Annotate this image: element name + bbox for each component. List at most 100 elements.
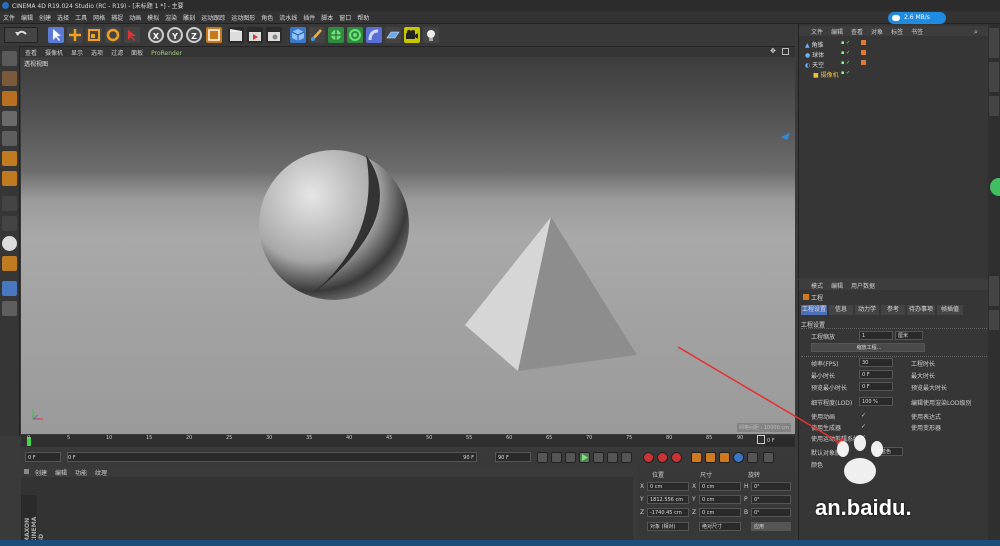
x-axis-lock-button[interactable]: X [148,27,164,43]
object-menu-view[interactable]: 查看 [847,26,867,37]
menu-tools[interactable]: 工具 [72,11,90,24]
end-frame-field[interactable]: 90 F [495,452,531,462]
use-generators-checkbox[interactable]: ✓ [861,423,866,430]
tab-info[interactable]: 信息 [829,305,853,315]
menu-plugins[interactable]: 插件 [300,11,318,24]
tab-key-interpolation[interactable]: 帧插值 [937,305,963,315]
object-row-camera[interactable]: ■ 摄像机 [813,70,839,79]
menu-file[interactable]: 文件 [0,11,18,24]
object-menu-bookmarks[interactable]: 书签 [907,26,927,37]
perspective-viewport[interactable]: 透视视图 网格间距 : 10000 cm [21,57,795,434]
min-time-field[interactable]: 0 F [859,370,893,379]
visibility-toggles[interactable]: ▪ ✓ ▪ ✓ ▪ ✓ ▪ ✓ [841,40,857,80]
menu-help[interactable]: 帮助 [354,11,372,24]
key-position-button[interactable] [691,452,702,463]
object-row-pyramid[interactable]: ▲ 角锥 [805,40,824,49]
tag-column[interactable] [861,40,867,80]
cube-primitive-button[interactable] [290,27,306,43]
z-axis-lock-button[interactable]: Z [186,27,202,43]
select-tool-button[interactable] [48,27,64,43]
menu-edit[interactable]: 编辑 [18,11,36,24]
side-tab-objects[interactable] [989,28,999,58]
play-button[interactable] [579,452,590,463]
lod-field[interactable]: 100 % [859,397,893,406]
material-menu-function[interactable]: 功能 [71,467,91,478]
menu-mograph[interactable]: 运动图形 [228,11,258,24]
coordinate-system-button[interactable] [206,27,222,43]
coordinate-mode-dropdown[interactable]: 对象 (相对) [647,522,689,531]
timeline-ruler[interactable]: 0 5 10 15 20 25 30 35 40 45 50 55 60 65 … [21,435,795,447]
record-key-button[interactable] [643,452,654,463]
camera-button[interactable] [404,27,420,43]
material-menu-create[interactable]: 创建 [31,467,51,478]
preview-min-field[interactable]: 0 F [859,382,893,391]
menu-character[interactable]: 角色 [258,11,276,24]
spline-pen-button[interactable] [309,27,325,43]
object-menu-tags[interactable]: 标签 [887,26,907,37]
planar-workplane-button[interactable] [2,301,17,316]
snap-button[interactable] [2,236,17,251]
side-tab-structure[interactable] [989,96,999,116]
tab-project-settings[interactable]: 工程设置 [801,305,827,315]
floating-assistant-button[interactable] [990,178,1000,196]
axis-mode-button[interactable] [2,196,17,211]
side-tab-attributes[interactable] [989,276,999,306]
menu-sculpt[interactable]: 雕刻 [180,11,198,24]
next-frame-button[interactable] [593,452,604,463]
position-z-field[interactable]: -1740.45 cm [647,508,689,517]
light-button[interactable] [423,27,439,43]
key-pla-button[interactable] [747,452,758,463]
scale-project-button[interactable]: 缩放工程... [811,343,925,352]
object-menu-file[interactable]: 文件 [807,26,827,37]
timeline-current-frame-field[interactable]: 0 F [765,438,795,446]
move-tool-button[interactable] [67,27,83,43]
position-y-field[interactable]: 1812.556 cm [647,495,689,504]
fps-field[interactable]: 30 [859,358,893,367]
prev-frame-button[interactable] [565,452,576,463]
timeline-end-marker[interactable] [757,435,765,444]
menu-animate[interactable]: 动画 [126,11,144,24]
material-menu-edit[interactable]: 编辑 [51,467,71,478]
attribute-menu-mode[interactable]: 模式 [807,280,827,291]
preview-range-slider[interactable]: 0 F 90 F [67,452,477,462]
recent-tool-button[interactable] [124,27,140,43]
attribute-menu-userdata[interactable]: 用户数据 [847,280,879,291]
side-tab-layers[interactable] [989,310,999,330]
key-scale-button[interactable] [705,452,716,463]
make-editable-button[interactable] [2,51,17,66]
model-mode-button[interactable] [2,71,17,86]
lock-workplane-button[interactable] [2,256,17,271]
edges-mode-button[interactable] [2,151,17,166]
size-y-field[interactable]: 0 cm [699,495,741,504]
rotation-h-field[interactable]: 0° [751,482,791,491]
object-row-sky[interactable]: ◐ 天空 [805,60,824,69]
menu-script[interactable]: 脚本 [318,11,336,24]
menu-select[interactable]: 选择 [54,11,72,24]
menu-window[interactable]: 窗口 [336,11,354,24]
rotation-b-field[interactable]: 0° [751,508,791,517]
goto-end-button[interactable] [621,452,632,463]
viewport-navigate-icon[interactable]: ✥ [770,48,777,55]
y-axis-lock-button[interactable]: Y [167,27,183,43]
tab-dynamics[interactable]: 动力学 [855,305,879,315]
size-mode-dropdown[interactable]: 绝对尺寸 [699,522,741,531]
side-tab-content-browser[interactable] [989,62,999,92]
goto-start-button[interactable] [537,452,548,463]
deformer-button[interactable] [366,27,382,43]
keyframe-selection-button[interactable] [671,452,682,463]
polygons-mode-button[interactable] [2,171,17,186]
rotate-tool-button[interactable] [105,27,121,43]
undo-button[interactable] [4,27,38,43]
floor-button[interactable] [385,27,401,43]
tweak-mode-button[interactable] [2,216,17,231]
use-animation-checkbox[interactable]: ✓ [861,412,866,419]
search-icon[interactable]: ⌕ [974,28,984,36]
menu-render[interactable]: 渲染 [162,11,180,24]
start-frame-field[interactable]: 0 F [25,452,61,462]
key-rotation-button[interactable] [719,452,730,463]
texture-mode-button[interactable] [2,91,17,106]
workplane-mode-button[interactable] [2,111,17,126]
scale-tool-button[interactable] [86,27,102,43]
rotation-p-field[interactable]: 0° [751,495,791,504]
size-x-field[interactable]: 0 cm [699,482,741,491]
